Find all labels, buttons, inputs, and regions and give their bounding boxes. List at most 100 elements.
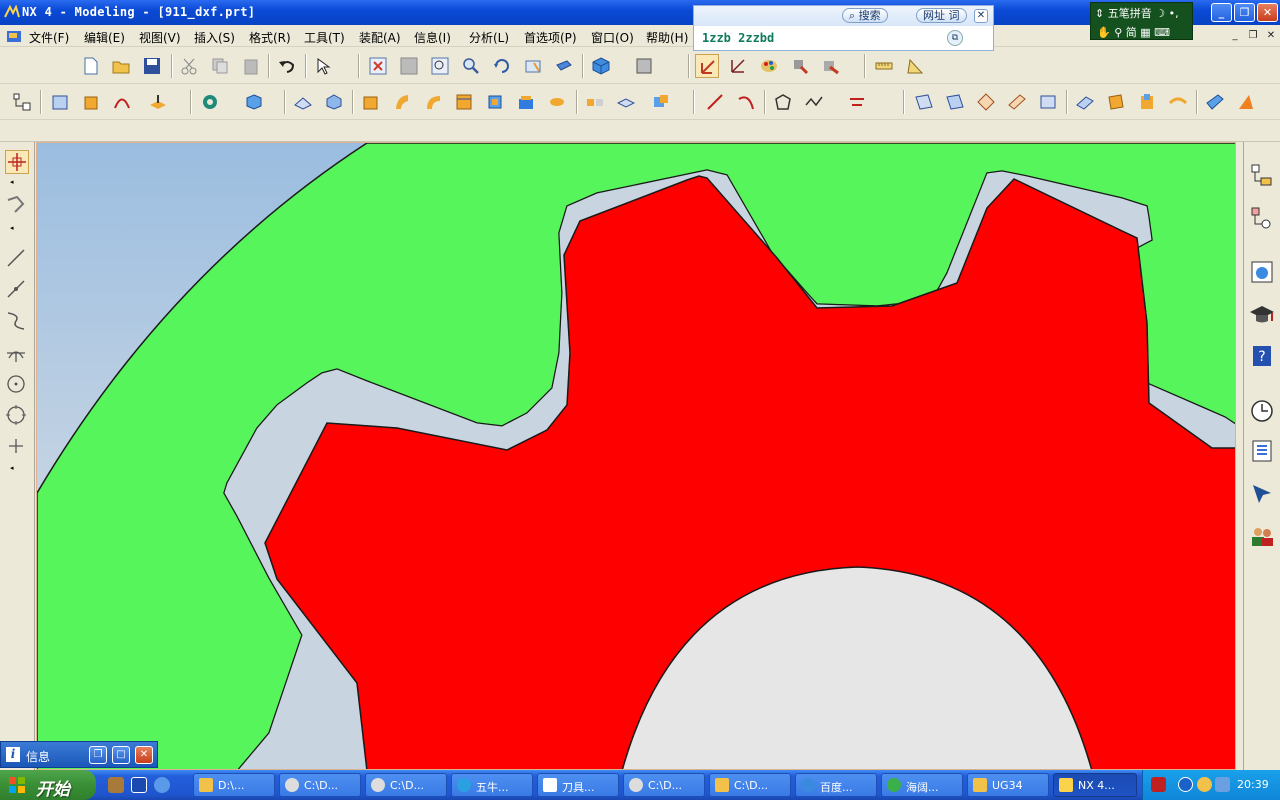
doc-minimize-button[interactable]: _ bbox=[1228, 30, 1242, 42]
spline-button[interactable] bbox=[802, 90, 826, 114]
line-tool-button[interactable] bbox=[5, 247, 29, 271]
menu-info[interactable]: 信息(I) bbox=[414, 29, 451, 46]
render-style-button[interactable] bbox=[589, 54, 613, 78]
block-button[interactable] bbox=[242, 90, 266, 114]
datum-plane-button[interactable] bbox=[146, 90, 170, 114]
menu-insert[interactable]: 插入(S) bbox=[194, 29, 235, 46]
trimmed-sheet-button[interactable] bbox=[1203, 90, 1227, 114]
roles-tab[interactable] bbox=[1249, 523, 1275, 549]
trim-body-button[interactable] bbox=[452, 90, 476, 114]
taskbar-item-active[interactable]: NX 4... bbox=[1053, 773, 1137, 797]
ruled-surface-button[interactable] bbox=[912, 90, 936, 114]
popup-close-button[interactable]: ✕ bbox=[974, 9, 988, 23]
grid-icon[interactable]: ▦ bbox=[1140, 26, 1150, 39]
fit-view-button[interactable] bbox=[366, 54, 390, 78]
zoom-in-out-button[interactable] bbox=[459, 54, 483, 78]
palettes-tab[interactable] bbox=[1249, 438, 1275, 464]
offset-curve-button[interactable] bbox=[845, 90, 869, 114]
measure-distance-button[interactable] bbox=[872, 54, 896, 78]
doc-restore-button[interactable]: ❐ bbox=[1246, 30, 1260, 42]
taskbar-item[interactable]: C:\D... bbox=[623, 773, 705, 797]
menu-analysis[interactable]: 分析(L) bbox=[469, 29, 509, 46]
circle-tool-button[interactable] bbox=[5, 404, 29, 428]
process-studio-tab[interactable] bbox=[1249, 481, 1275, 507]
revolve-button[interactable] bbox=[110, 90, 134, 114]
rotate-button[interactable] bbox=[490, 54, 514, 78]
hand-icon[interactable]: ✋ bbox=[1097, 26, 1111, 39]
sketch-button[interactable] bbox=[48, 90, 72, 114]
ime-name[interactable]: 五笔拼音 bbox=[1108, 7, 1152, 20]
info-close-button[interactable]: ✕ bbox=[135, 746, 153, 764]
menu-edit[interactable]: 编辑(E) bbox=[84, 29, 125, 46]
cut-button[interactable] bbox=[177, 54, 201, 78]
ime-tray-icon[interactable] bbox=[1151, 777, 1166, 792]
orient-view-button[interactable] bbox=[632, 54, 656, 78]
undo-button[interactable] bbox=[275, 54, 299, 78]
training-tab[interactable] bbox=[1249, 302, 1275, 328]
menu-format[interactable]: 格式(R) bbox=[249, 29, 291, 46]
taskbar-item[interactable]: UG34 bbox=[967, 773, 1049, 797]
offset-face-button[interactable] bbox=[483, 90, 507, 114]
through-mesh-button[interactable] bbox=[974, 90, 998, 114]
chamfer-button[interactable] bbox=[322, 90, 346, 114]
offset-surface-button[interactable] bbox=[1234, 90, 1258, 114]
extension-button[interactable] bbox=[1135, 90, 1159, 114]
palette-button[interactable] bbox=[757, 54, 781, 78]
network-icon[interactable] bbox=[1215, 777, 1230, 792]
taskbar-item[interactable]: D:\... bbox=[193, 773, 275, 797]
gear-model-view[interactable] bbox=[37, 143, 1236, 770]
sketch-tools-button[interactable] bbox=[5, 194, 29, 218]
draft-button[interactable] bbox=[390, 90, 414, 114]
assembly-nav-button[interactable] bbox=[10, 90, 34, 114]
qq-icon[interactable] bbox=[1197, 777, 1212, 792]
info-restore-button[interactable]: ❐ bbox=[89, 746, 107, 764]
taskbar-item[interactable]: C:\D... bbox=[279, 773, 361, 797]
show-hide-button[interactable] bbox=[819, 54, 843, 78]
taskbar-item[interactable]: 百度... bbox=[795, 773, 877, 797]
web-browser-tab[interactable] bbox=[1249, 259, 1275, 285]
arc-button[interactable] bbox=[734, 90, 758, 114]
menu-tools[interactable]: 工具(T) bbox=[304, 29, 345, 46]
copy-icon[interactable]: ⧉ bbox=[947, 30, 963, 46]
ime-switch-icon[interactable]: ⇕ bbox=[1095, 7, 1104, 20]
search-icon[interactable]: ⚲ bbox=[1114, 26, 1122, 39]
point-tool-button[interactable] bbox=[5, 373, 29, 397]
menu-help[interactable]: 帮助(H) bbox=[646, 29, 688, 46]
wcs-dynamic-button[interactable] bbox=[695, 54, 719, 78]
expand-arrow-icon[interactable]: ◂ bbox=[10, 464, 14, 472]
hole-button[interactable] bbox=[198, 90, 222, 114]
part-navigator-tab[interactable] bbox=[1249, 205, 1275, 231]
keyboard-icon[interactable]: ⌨ bbox=[1154, 26, 1170, 39]
tangent-tool-button[interactable] bbox=[5, 342, 29, 366]
pattern-button[interactable] bbox=[583, 90, 607, 114]
wcs-origin-button[interactable] bbox=[726, 54, 750, 78]
through-curves-button[interactable] bbox=[943, 90, 967, 114]
doc-close-button[interactable]: ✕ bbox=[1264, 30, 1278, 42]
new-file-button[interactable] bbox=[79, 54, 103, 78]
perspective-button[interactable] bbox=[552, 54, 576, 78]
measure-angle-button[interactable] bbox=[903, 54, 927, 78]
taskbar-item[interactable]: C:\D... bbox=[365, 773, 447, 797]
scale-body-button[interactable] bbox=[545, 90, 569, 114]
taskbar-item[interactable]: 海阔... bbox=[881, 773, 963, 797]
quicklaunch-ie-icon[interactable] bbox=[154, 777, 170, 793]
curve-tool-button[interactable] bbox=[5, 310, 29, 334]
menu-window[interactable]: 窗口(O) bbox=[591, 29, 634, 46]
document-icon[interactable] bbox=[6, 29, 22, 43]
taskbar-item[interactable]: 刀具... bbox=[537, 773, 619, 797]
tray-expand-icon[interactable] bbox=[1178, 777, 1193, 792]
expand-arrow-icon[interactable]: ◂ bbox=[10, 224, 14, 232]
fillet-curve-button[interactable] bbox=[771, 90, 795, 114]
copy-button[interactable] bbox=[208, 54, 232, 78]
blend-button[interactable] bbox=[291, 90, 315, 114]
section-surface-button[interactable] bbox=[1036, 90, 1060, 114]
bridge-surface-button[interactable] bbox=[1073, 90, 1097, 114]
line-point-tool-button[interactable] bbox=[5, 278, 29, 302]
swept-button[interactable] bbox=[1005, 90, 1029, 114]
moon-icon[interactable]: ☽ •, bbox=[1155, 7, 1178, 20]
pan-button[interactable] bbox=[521, 54, 545, 78]
line-button[interactable] bbox=[703, 90, 727, 114]
law-extension-button[interactable] bbox=[1166, 90, 1190, 114]
maximize-button[interactable]: ❐ bbox=[1234, 3, 1255, 22]
edit-object-display-button[interactable] bbox=[788, 54, 812, 78]
